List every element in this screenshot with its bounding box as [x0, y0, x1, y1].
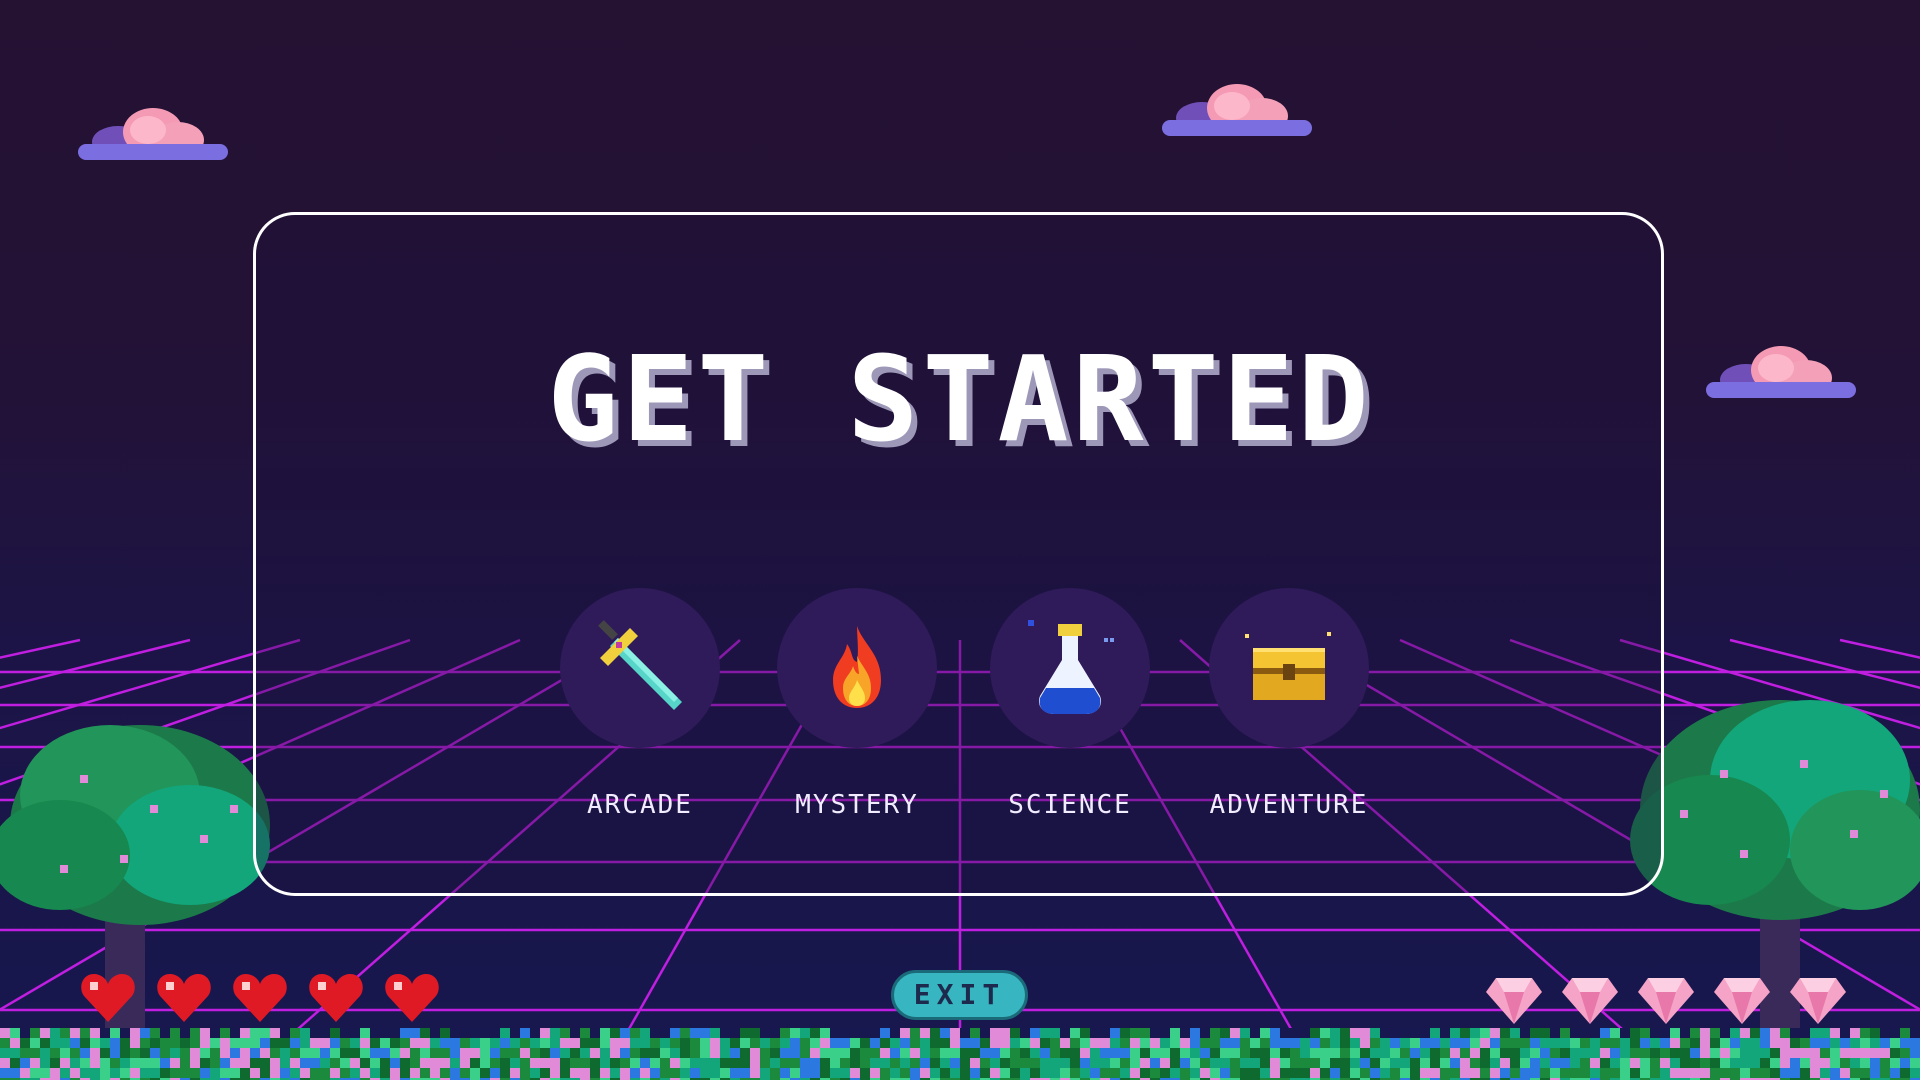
pixel-ground	[0, 1028, 1920, 1080]
category-mystery-button[interactable]	[777, 588, 937, 748]
category-science-button[interactable]	[990, 588, 1150, 748]
diamond-icon	[1484, 968, 1544, 1028]
cloud-center	[1162, 84, 1312, 136]
fire-icon	[833, 626, 881, 708]
diamond-icon	[1560, 968, 1620, 1028]
heart-icon	[382, 968, 442, 1028]
potion-flask-icon	[1028, 620, 1114, 714]
category-arcade-button[interactable]	[560, 588, 720, 748]
category-adventure-button[interactable]	[1209, 588, 1369, 748]
heart-icon	[306, 968, 366, 1028]
category-label-science: SCIENCE	[1008, 790, 1132, 820]
lives-bar	[78, 968, 458, 1028]
diamond-icon	[1712, 968, 1772, 1028]
page-title: GET STARTED	[547, 330, 1373, 468]
category-label-mystery: MYSTERY	[795, 790, 919, 820]
diamond-icon	[1636, 968, 1696, 1028]
heart-icon	[154, 968, 214, 1028]
gems-bar	[1484, 968, 1864, 1028]
cloud-left	[78, 108, 228, 160]
heart-icon	[78, 968, 138, 1028]
sword-icon	[598, 620, 682, 710]
category-label-arcade: ARCADE	[587, 790, 693, 820]
category-label-adventure: ADVENTURE	[1209, 790, 1369, 820]
heart-icon	[230, 968, 290, 1028]
diamond-icon	[1788, 968, 1848, 1028]
treasure-chest-icon	[1245, 632, 1331, 700]
exit-button[interactable]: EXIT	[891, 970, 1028, 1020]
